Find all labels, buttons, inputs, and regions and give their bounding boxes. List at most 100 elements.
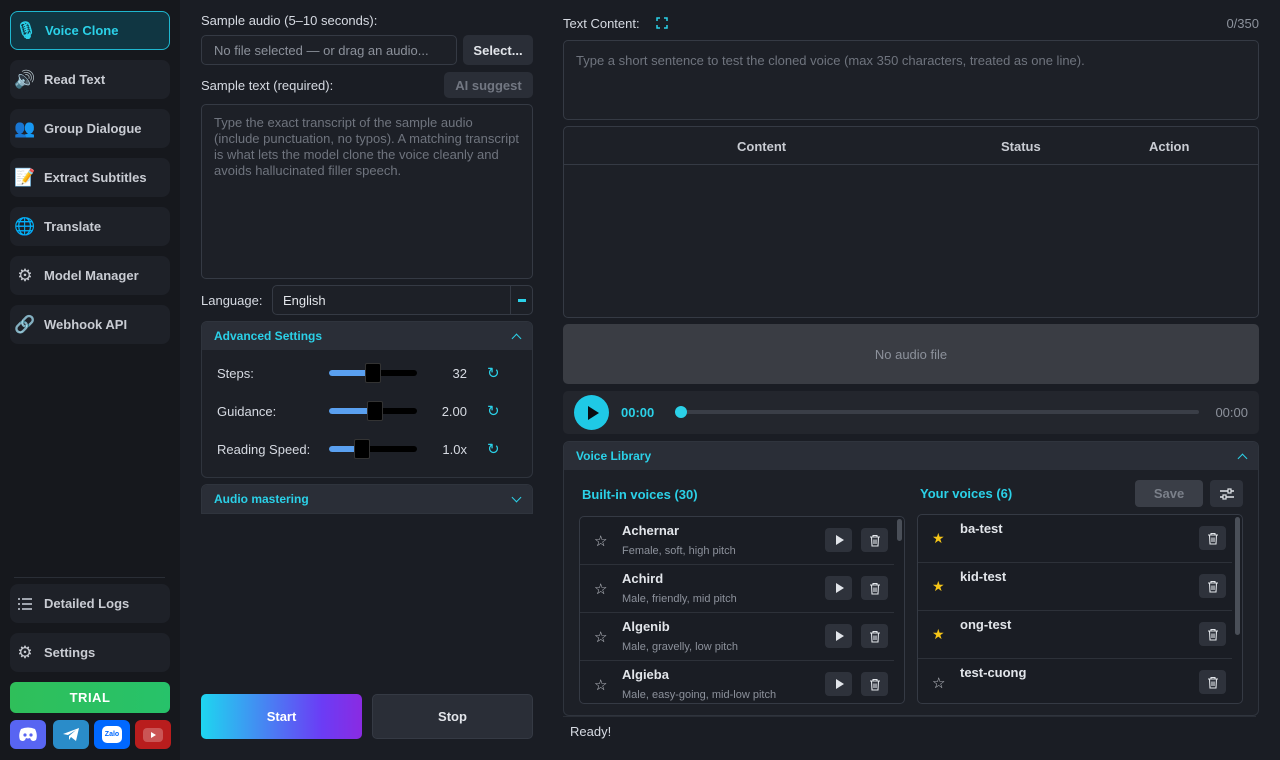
zalo-icon[interactable]: Zalo bbox=[94, 720, 130, 749]
telegram-icon[interactable] bbox=[53, 720, 89, 749]
play-voice-button[interactable] bbox=[825, 672, 852, 696]
star-outline-icon[interactable]: ☆ bbox=[594, 628, 607, 646]
sidebar-item-label: Voice Clone bbox=[45, 23, 119, 38]
sidebar-item-extract-subtitles[interactable]: 📝 Extract Subtitles bbox=[10, 158, 170, 197]
reading-speed-slider[interactable] bbox=[329, 439, 417, 459]
voice-library-title: Voice Library bbox=[576, 449, 652, 463]
star-outline-icon[interactable]: ☆ bbox=[594, 532, 607, 550]
voice-row[interactable]: ★ kid-test bbox=[918, 563, 1232, 611]
sidebar-item-voice-clone[interactable]: 🎙 Voice Clone bbox=[10, 11, 170, 50]
status-divider bbox=[563, 716, 1256, 717]
your-list-scrollbar[interactable] bbox=[1235, 517, 1240, 635]
play-voice-button[interactable] bbox=[825, 624, 852, 648]
filter-icon[interactable] bbox=[1210, 480, 1243, 507]
voice-row[interactable]: ★ ong-test bbox=[918, 611, 1232, 659]
gear-icon: ⚙ bbox=[17, 265, 33, 285]
voice-row[interactable]: ☆ Achird Male, friendly, mid pitch bbox=[580, 565, 894, 613]
delete-voice-button[interactable] bbox=[1199, 670, 1226, 694]
sample-audio-file-input[interactable]: No file selected — or drag an audio... bbox=[201, 35, 457, 65]
play-icon bbox=[835, 583, 844, 593]
star-outline-icon[interactable]: ☆ bbox=[594, 580, 607, 598]
sidebar-item-group-dialogue[interactable]: 👥 Group Dialogue bbox=[10, 109, 170, 148]
voice-row[interactable]: ☆ test-cuong bbox=[918, 659, 1232, 703]
voice-row[interactable]: ☆ Algieba Male, easy-going, mid-low pitc… bbox=[580, 661, 894, 703]
youtube-icon[interactable] bbox=[135, 720, 171, 749]
trash-icon bbox=[869, 534, 880, 547]
stop-button[interactable]: Stop bbox=[372, 694, 533, 739]
sidebar-item-detailed-logs[interactable]: Detailed Logs bbox=[10, 584, 170, 623]
sidebar-item-label: Webhook API bbox=[44, 317, 128, 332]
voice-row[interactable]: ☆ Algenib Male, gravelly, low pitch bbox=[580, 613, 894, 661]
delete-voice-button[interactable] bbox=[861, 528, 888, 552]
steps-slider[interactable] bbox=[329, 363, 417, 383]
play-voice-button[interactable] bbox=[825, 576, 852, 600]
delete-voice-button[interactable] bbox=[861, 624, 888, 648]
advanced-settings-header[interactable]: Advanced Settings bbox=[202, 322, 532, 350]
select-arrow-icon[interactable] bbox=[510, 286, 532, 314]
star-outline-icon[interactable]: ☆ bbox=[594, 676, 607, 694]
start-button[interactable]: Start bbox=[201, 694, 362, 739]
play-icon bbox=[835, 631, 844, 641]
sample-audio-label: Sample audio (5–10 seconds): bbox=[201, 13, 378, 28]
sidebar-item-label: Translate bbox=[44, 219, 102, 234]
delete-voice-button[interactable] bbox=[861, 576, 888, 600]
delete-voice-button[interactable] bbox=[861, 672, 888, 696]
builtin-list-scrollbar[interactable] bbox=[897, 519, 902, 541]
play-button[interactable] bbox=[574, 395, 609, 430]
total-time: 00:00 bbox=[1215, 405, 1248, 420]
language-value: English bbox=[283, 292, 326, 308]
sidebar-item-label: Settings bbox=[44, 645, 96, 660]
reset-icon[interactable]: ↻ bbox=[487, 440, 500, 458]
trial-badge[interactable]: TRIAL bbox=[10, 682, 170, 713]
guidance-slider[interactable] bbox=[329, 401, 417, 421]
people-icon: 👥 bbox=[14, 118, 36, 138]
trash-icon bbox=[869, 630, 880, 643]
reset-icon[interactable]: ↻ bbox=[487, 402, 500, 420]
language-select[interactable]: English bbox=[272, 285, 533, 315]
advanced-settings-panel: Advanced Settings Steps: 32 ↻ Guidance: … bbox=[201, 321, 533, 478]
trash-icon bbox=[1207, 676, 1218, 689]
sidebar-item-model-manager[interactable]: ⚙ Model Manager bbox=[10, 256, 170, 295]
reset-icon[interactable]: ↻ bbox=[487, 364, 500, 382]
status-text: Ready! bbox=[570, 724, 612, 739]
delete-voice-button[interactable] bbox=[1199, 622, 1226, 646]
sidebar-item-settings[interactable]: ⚙ Settings bbox=[10, 633, 170, 672]
ai-suggest-button[interactable]: AI suggest bbox=[444, 72, 533, 98]
star-outline-icon[interactable]: ☆ bbox=[932, 674, 945, 692]
sidebar-item-label: Read Text bbox=[44, 72, 106, 87]
star-filled-icon[interactable]: ★ bbox=[932, 578, 945, 595]
steps-label: Steps: bbox=[217, 365, 254, 381]
delete-voice-button[interactable] bbox=[1199, 526, 1226, 550]
progress-slider[interactable] bbox=[675, 406, 1199, 418]
steps-slider-row: Steps: 32 ↻ bbox=[217, 363, 517, 383]
voice-row[interactable]: ☆ Achernar Female, soft, high pitch bbox=[580, 517, 894, 565]
sample-text-input[interactable]: Type the exact transcript of the sample … bbox=[201, 104, 533, 279]
sidebar: 🎙 Voice Clone 🔊 Read Text 👥 Group Dialog… bbox=[0, 0, 180, 760]
discord-icon[interactable] bbox=[10, 720, 46, 749]
chevron-up-icon bbox=[1237, 453, 1248, 463]
sidebar-item-read-text[interactable]: 🔊 Read Text bbox=[10, 60, 170, 99]
delete-voice-button[interactable] bbox=[1199, 574, 1226, 598]
builtin-voices-list: ☆ Achernar Female, soft, high pitch ☆ Ac… bbox=[579, 516, 905, 704]
expand-icon[interactable] bbox=[656, 17, 668, 29]
current-time: 00:00 bbox=[621, 405, 655, 420]
star-filled-icon[interactable]: ★ bbox=[932, 626, 945, 643]
play-voice-button[interactable] bbox=[825, 528, 852, 552]
select-file-button[interactable]: Select... bbox=[463, 35, 533, 65]
sidebar-item-label: Group Dialogue bbox=[44, 121, 142, 136]
sidebar-item-webhook-api[interactable]: 🔗 Webhook API bbox=[10, 305, 170, 344]
save-voice-button[interactable]: Save bbox=[1135, 480, 1203, 507]
microphone-icon: 🎙 bbox=[15, 20, 37, 40]
voice-library-header[interactable]: Voice Library bbox=[564, 442, 1258, 470]
star-filled-icon[interactable]: ★ bbox=[932, 530, 945, 547]
audio-mastering-header[interactable]: Audio mastering bbox=[202, 485, 532, 513]
voice-row[interactable]: ★ ba-test bbox=[918, 515, 1232, 563]
voice-library-panel: Voice Library Built-in voices (30) Your … bbox=[563, 441, 1259, 716]
sample-text-label: Sample text (required): bbox=[201, 78, 334, 93]
sidebar-item-translate[interactable]: 🌐 Translate bbox=[10, 207, 170, 246]
progress-knob[interactable] bbox=[675, 406, 687, 418]
text-content-input[interactable]: Type a short sentence to test the cloned… bbox=[563, 40, 1259, 120]
audio-player: 00:00 00:00 bbox=[563, 391, 1259, 434]
trash-icon bbox=[1207, 580, 1218, 593]
zalo-logo: Zalo bbox=[102, 726, 122, 743]
